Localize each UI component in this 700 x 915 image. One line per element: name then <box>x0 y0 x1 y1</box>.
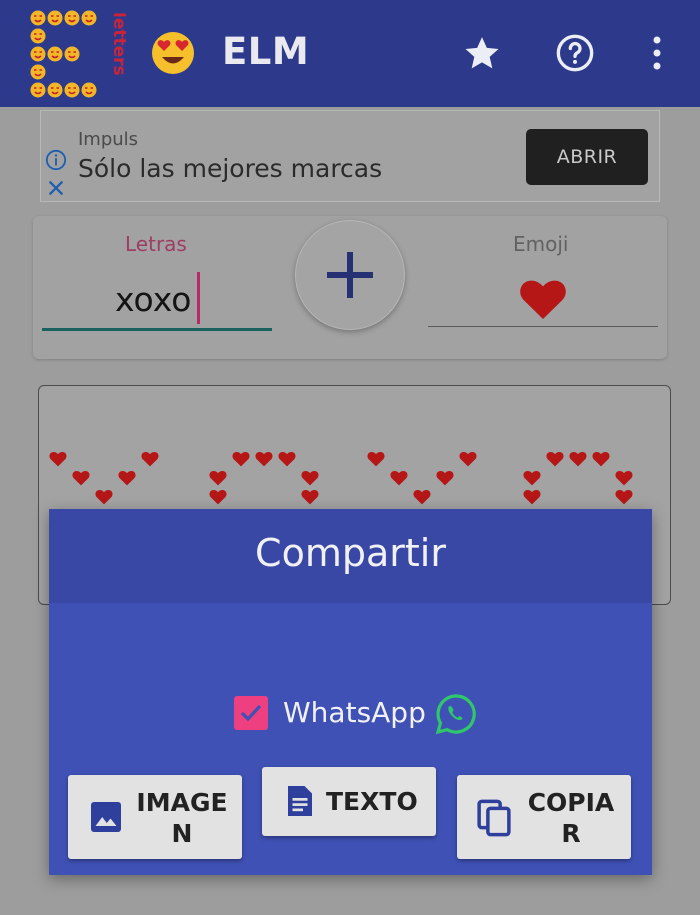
heart-glyph <box>301 489 319 505</box>
plus-icon <box>327 252 373 298</box>
ad-brand: Impuls <box>78 129 139 150</box>
heart-glyph <box>367 451 385 467</box>
help-circle-icon[interactable] <box>555 33 595 73</box>
heart-glyph <box>436 470 454 486</box>
logo-face <box>30 64 46 80</box>
document-icon <box>288 786 312 816</box>
add-button[interactable] <box>295 220 405 330</box>
heart-glyph <box>459 451 477 467</box>
heart-glyph <box>413 489 431 505</box>
heart-glyph <box>141 451 159 467</box>
close-icon[interactable] <box>45 177 67 199</box>
image-button-label: IMAGE N <box>136 788 228 848</box>
logo-face <box>47 46 63 62</box>
logo-face <box>64 46 80 62</box>
heart-glyph <box>49 451 67 467</box>
ad-banner[interactable]: Impuls Sólo las mejores marcas ABRIR <box>40 110 660 202</box>
letters-label: Letras <box>125 232 187 256</box>
logo-face <box>30 82 46 98</box>
image-icon <box>91 802 121 832</box>
logo-word: letters <box>109 12 126 76</box>
app-logo-icon: letters <box>30 10 126 98</box>
heart-glyph <box>390 470 408 486</box>
heart-glyph <box>546 451 564 467</box>
text-button[interactable]: TEXTO <box>262 767 436 836</box>
logo-face <box>81 82 97 98</box>
heart-glyph <box>232 451 250 467</box>
star-icon[interactable] <box>462 33 502 73</box>
check-icon <box>240 704 262 722</box>
heart-glyph <box>615 489 633 505</box>
heart-glyph <box>209 470 227 486</box>
ad-headline: Sólo las mejores marcas <box>78 154 383 183</box>
ad-open-button[interactable]: ABRIR <box>526 129 648 185</box>
logo-face <box>64 82 80 98</box>
letters-input[interactable]: xoxo <box>115 280 191 319</box>
dialog-title: Compartir <box>255 531 446 575</box>
heart-glyph <box>592 451 610 467</box>
heart-glyph <box>615 470 633 486</box>
heart-glyph <box>72 470 90 486</box>
heart-glyph <box>209 489 227 505</box>
heart-eyes-face-icon <box>152 32 194 74</box>
text-cursor <box>197 272 200 324</box>
copy-button[interactable]: COPIA R <box>457 775 631 859</box>
image-button[interactable]: IMAGE N <box>68 775 242 859</box>
emoji-input-heart-icon[interactable] <box>519 278 567 320</box>
logo-face <box>64 10 80 26</box>
heart-glyph <box>255 451 273 467</box>
heart-glyph <box>95 489 113 505</box>
text-button-label: TEXTO <box>326 787 418 816</box>
letters-underline <box>42 328 272 331</box>
heart-glyph <box>278 451 296 467</box>
heart-glyph <box>118 470 136 486</box>
heart-glyph <box>301 470 319 486</box>
whatsapp-label: WhatsApp <box>283 696 426 729</box>
heart-glyph <box>523 470 541 486</box>
whatsapp-icon <box>435 694 476 735</box>
more-vert-icon[interactable] <box>645 33 669 73</box>
whatsapp-checkbox[interactable] <box>234 696 268 730</box>
logo-face <box>30 46 46 62</box>
logo-face <box>30 10 46 26</box>
app-bar: letters ELM <box>0 0 700 107</box>
heart-glyph <box>569 451 587 467</box>
copy-icon <box>477 799 511 837</box>
share-dialog: Compartir WhatsApp IMAGE N TEXTO COPIA R <box>49 509 652 875</box>
app-title: ELM <box>222 30 310 73</box>
logo-face <box>30 28 46 44</box>
info-icon[interactable] <box>45 149 67 171</box>
dialog-header: Compartir <box>49 509 652 603</box>
emoji-label: Emoji <box>513 232 569 256</box>
heart-glyph <box>523 489 541 505</box>
emoji-underline <box>428 326 658 327</box>
logo-face <box>47 82 63 98</box>
logo-face <box>81 10 97 26</box>
logo-face <box>47 10 63 26</box>
copy-button-label: COPIA R <box>527 788 615 848</box>
